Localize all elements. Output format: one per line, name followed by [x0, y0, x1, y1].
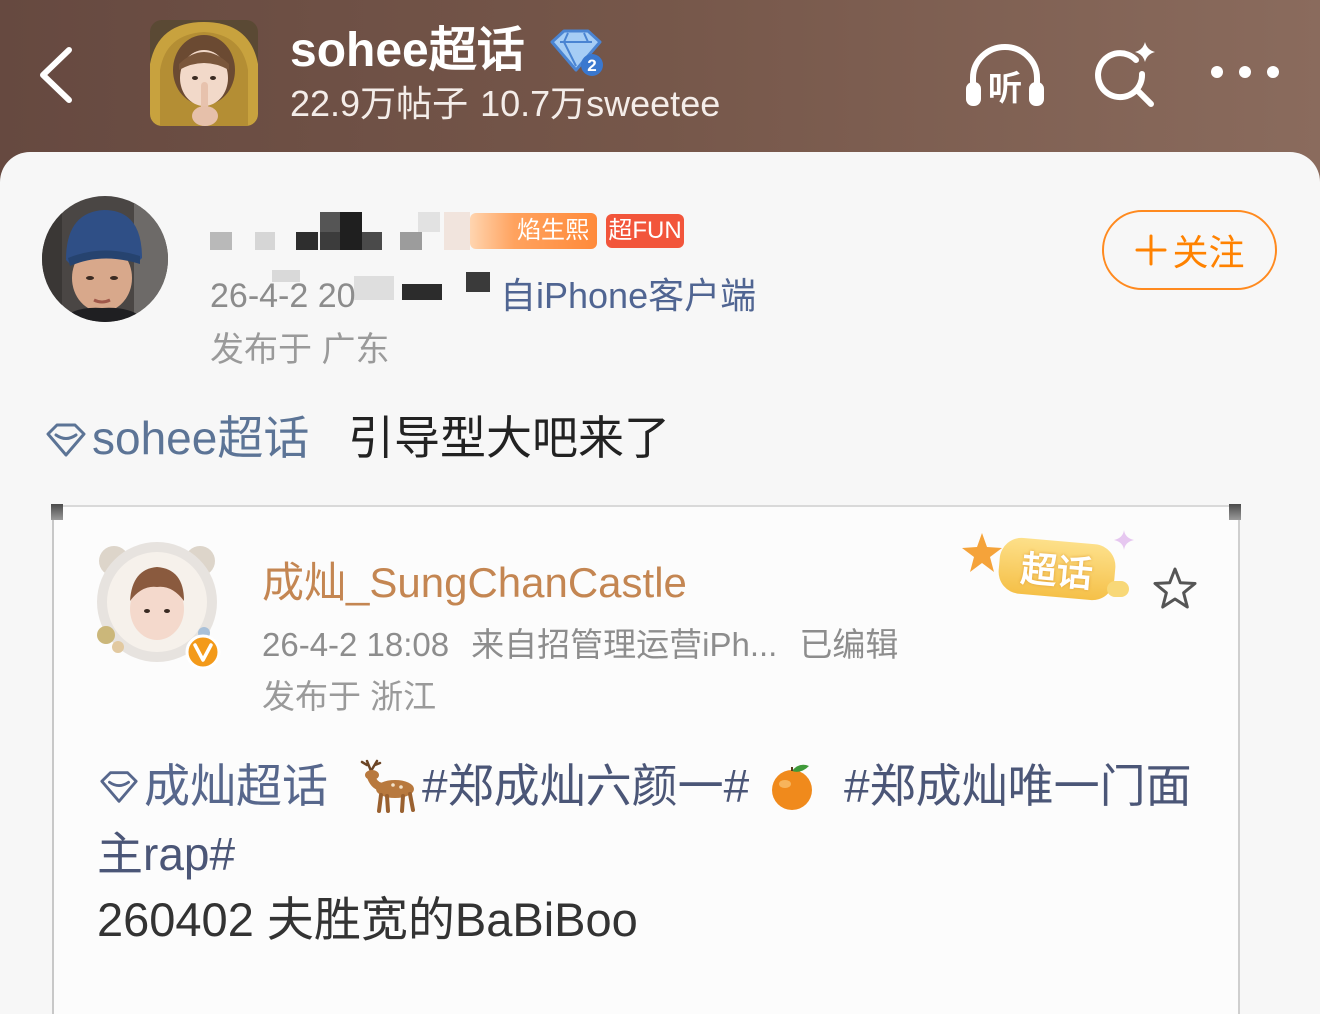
back-chevron-icon	[40, 47, 72, 103]
mosaic-block	[418, 212, 440, 232]
supertopic-tag-icon	[45, 422, 87, 458]
image-corner	[51, 504, 63, 520]
mosaic-block	[210, 232, 232, 250]
listen-label: 听	[988, 70, 1022, 108]
supertopic-avatar[interactable]	[150, 20, 258, 126]
listen-button[interactable]: 听	[962, 40, 1048, 108]
search-button[interactable]	[1092, 40, 1160, 108]
embedded-supertopic-label: 超话	[996, 536, 1118, 602]
posts-count: 22.9万帖子	[290, 83, 469, 124]
badge-dot	[1107, 581, 1129, 597]
search-icon	[1095, 42, 1155, 107]
post-time: 26-4-2 20	[210, 277, 356, 315]
star-outline-icon	[1150, 564, 1200, 614]
post-location: 发布于 广东	[210, 331, 390, 369]
mosaic-block	[400, 232, 422, 250]
supertopic-tag-link[interactable]: sohee超话	[92, 408, 309, 468]
embedded-caption: 260402 夫胜宽的BaBiBoo	[97, 893, 638, 946]
post-source[interactable]: 自iPhone客户端	[500, 272, 756, 320]
follow-button[interactable]: 关注	[1102, 210, 1277, 290]
mosaic-block	[255, 232, 275, 250]
mosaic-block	[402, 284, 442, 300]
embedded-supertopic-badge: 超话	[957, 529, 1137, 609]
mosaic-block	[362, 232, 382, 250]
plus-icon	[1135, 234, 1167, 266]
more-button[interactable]	[1208, 62, 1282, 82]
deer-icon	[357, 757, 419, 815]
supertopic-diamond-icon: 2	[548, 28, 604, 78]
author-avatar[interactable]	[42, 196, 168, 322]
post-card: 焰生熙 超FUN 26-4-2 20 自iPhone客户端 发布于 广东 关注 …	[0, 152, 1320, 1014]
fan-badge: 焰生熙	[470, 213, 597, 249]
mosaic-block	[320, 212, 340, 232]
mosaic-block	[466, 272, 490, 292]
supertopic-level-number: 2	[587, 56, 596, 75]
embedded-edited-label: 已编辑	[799, 626, 899, 663]
embedded-hashtag: #郑成灿唯一门面	[844, 760, 1192, 812]
supertopic-fun-badge: 超FUN	[606, 214, 684, 248]
embedded-supertopic-tag: 成灿超话	[144, 760, 328, 812]
embedded-post-time: 26-4-2 18:08	[262, 626, 450, 663]
follow-label: 关注	[1172, 232, 1245, 273]
more-dots-icon	[1211, 66, 1279, 78]
embedded-author-name: 成灿_SungChanCastle	[262, 559, 687, 606]
back-button[interactable]	[30, 42, 82, 108]
embedded-post-location: 发布于 浙江	[262, 678, 437, 715]
sparkle-icon	[1114, 530, 1134, 550]
mosaic-block	[340, 212, 362, 250]
embedded-hashtag: #郑成灿六颜一#	[422, 760, 750, 812]
image-corner	[1229, 504, 1241, 520]
supertopic-stats: 22.9万帖子 10.7万sweetee	[290, 80, 732, 128]
supertopic-title: sohee超话	[290, 24, 525, 77]
mosaic-block	[444, 212, 470, 250]
embedded-post-meta: 26-4-2 18:08 来自招管理运营iPh... 已编辑	[262, 623, 920, 667]
mosaic-block	[354, 276, 394, 300]
mosaic-block	[296, 232, 318, 250]
embedded-post-source: 来自招管理运营iPh...	[471, 626, 778, 663]
embedded-hashtag-continued: 主rap#	[97, 828, 236, 880]
verified-badge-icon	[185, 634, 221, 670]
post-image[interactable]: 成灿_SungChanCastle 超话 26-4-2 18:08 来自招管理运营…	[51, 504, 1241, 1014]
tangerine-icon	[767, 760, 817, 812]
mosaic-block	[320, 232, 340, 250]
post-text: 引导型大吧来了	[348, 412, 670, 464]
members-count: 10.7万sweetee	[480, 83, 721, 124]
headphones-icon: 听	[966, 44, 1044, 108]
supertopic-tag-icon	[99, 769, 139, 805]
